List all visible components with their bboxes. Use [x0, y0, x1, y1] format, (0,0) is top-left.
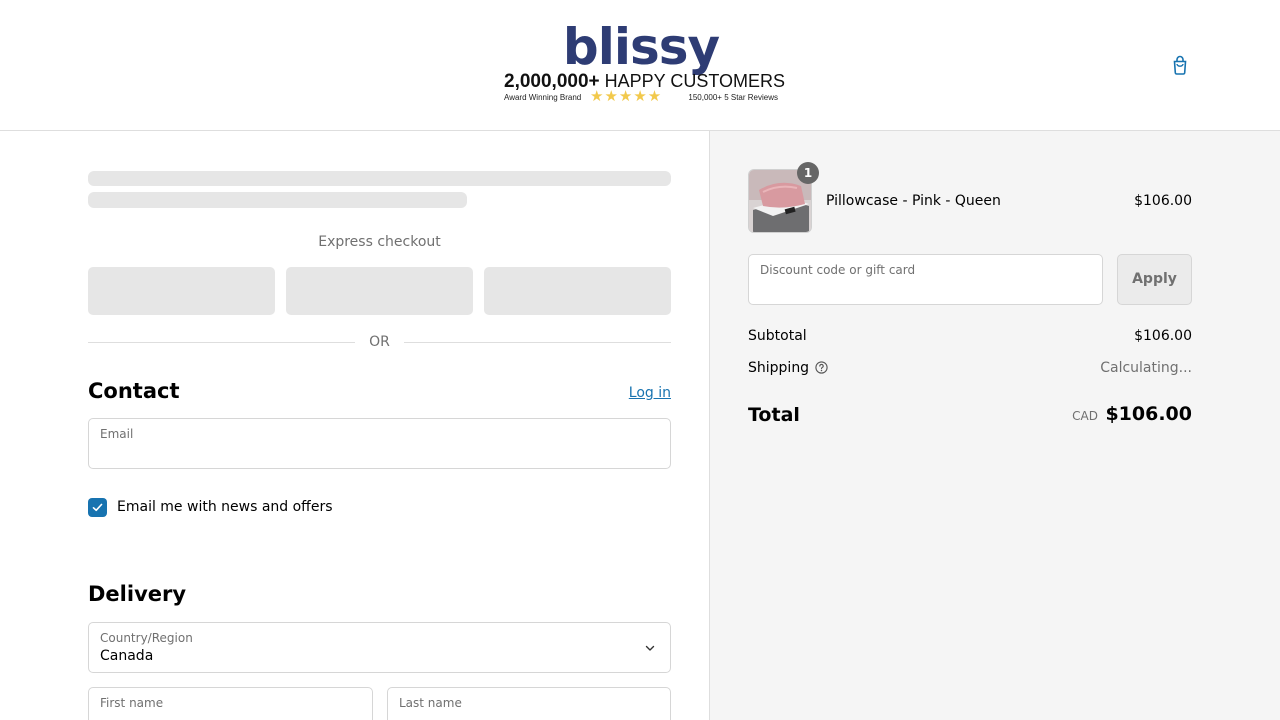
newsletter-label[interactable]: Email me with news and offers: [117, 498, 333, 516]
total-value: $106.00: [1105, 403, 1192, 425]
rating-stars-icon: ★★★★★: [590, 88, 663, 105]
brand-logo[interactable]: blissy 2,000,000+ HAPPY CUSTOMERS Award …: [504, 18, 785, 108]
express-checkout-label: Express checkout: [318, 234, 441, 250]
country-select[interactable]: Country/Region Canada: [88, 622, 671, 673]
help-circle-icon[interactable]: [815, 361, 828, 374]
brand-reviews-line: Award Winning Brand ★★★★★ 150,000+ 5 Sta…: [504, 88, 778, 106]
customers-count: 2,000,000+: [504, 71, 600, 92]
or-divider-label: OR: [369, 334, 390, 350]
express-pay-button[interactable]: [286, 267, 473, 315]
email-field[interactable]: Email: [88, 418, 671, 469]
cart-button[interactable]: [1168, 53, 1192, 77]
chevron-down-icon: [645, 645, 655, 651]
newsletter-checkbox[interactable]: [88, 498, 107, 517]
reviews-text: 150,000+ 5 Star Reviews: [688, 93, 778, 102]
delivery-heading: Delivery: [88, 582, 187, 606]
product-name: Pillowcase - Pink - Queen: [826, 193, 1001, 209]
total-currency: CAD: [1072, 409, 1098, 423]
award-text: Award Winning Brand: [504, 93, 582, 102]
shipping-label: Shipping: [748, 360, 810, 376]
last-name-placeholder: Last name: [399, 696, 462, 710]
shipping-value: Calculating...: [1100, 360, 1192, 376]
email-placeholder: Email: [100, 427, 134, 441]
loading-skeleton-line: [88, 171, 671, 186]
product-price: $106.00: [1134, 193, 1192, 209]
express-pay-button[interactable]: [484, 267, 671, 315]
apply-discount-button[interactable]: Apply: [1117, 254, 1192, 305]
shipping-label-wrap: Shipping: [748, 359, 828, 377]
contact-heading: Contact: [88, 379, 180, 403]
total-label: Total: [748, 404, 800, 426]
discount-placeholder: Discount code or gift card: [760, 263, 916, 277]
subtotal-value: $106.00: [1134, 328, 1192, 344]
loading-skeleton-line: [88, 192, 467, 208]
first-name-field[interactable]: First name: [88, 687, 373, 720]
country-value: Canada: [100, 648, 154, 664]
shopping-bag-icon: [1173, 55, 1187, 75]
checkmark-icon: [92, 503, 103, 512]
total-row: Total CAD $106.00: [748, 402, 1192, 428]
last-name-field[interactable]: Last name: [387, 687, 671, 720]
checkout-header: blissy 2,000,000+ HAPPY CUSTOMERS Award …: [0, 0, 1280, 131]
first-name-placeholder: First name: [100, 696, 164, 710]
divider: [404, 342, 671, 343]
divider: [88, 342, 355, 343]
subtotal-label: Subtotal: [748, 328, 807, 344]
log-in-link[interactable]: Log in: [629, 384, 671, 402]
brand-wordmark: blissy: [562, 18, 720, 76]
discount-code-input[interactable]: Discount code or gift card: [748, 254, 1103, 305]
express-pay-button[interactable]: [88, 267, 275, 315]
quantity-badge: 1: [797, 162, 819, 184]
country-label: Country/Region: [100, 631, 193, 645]
